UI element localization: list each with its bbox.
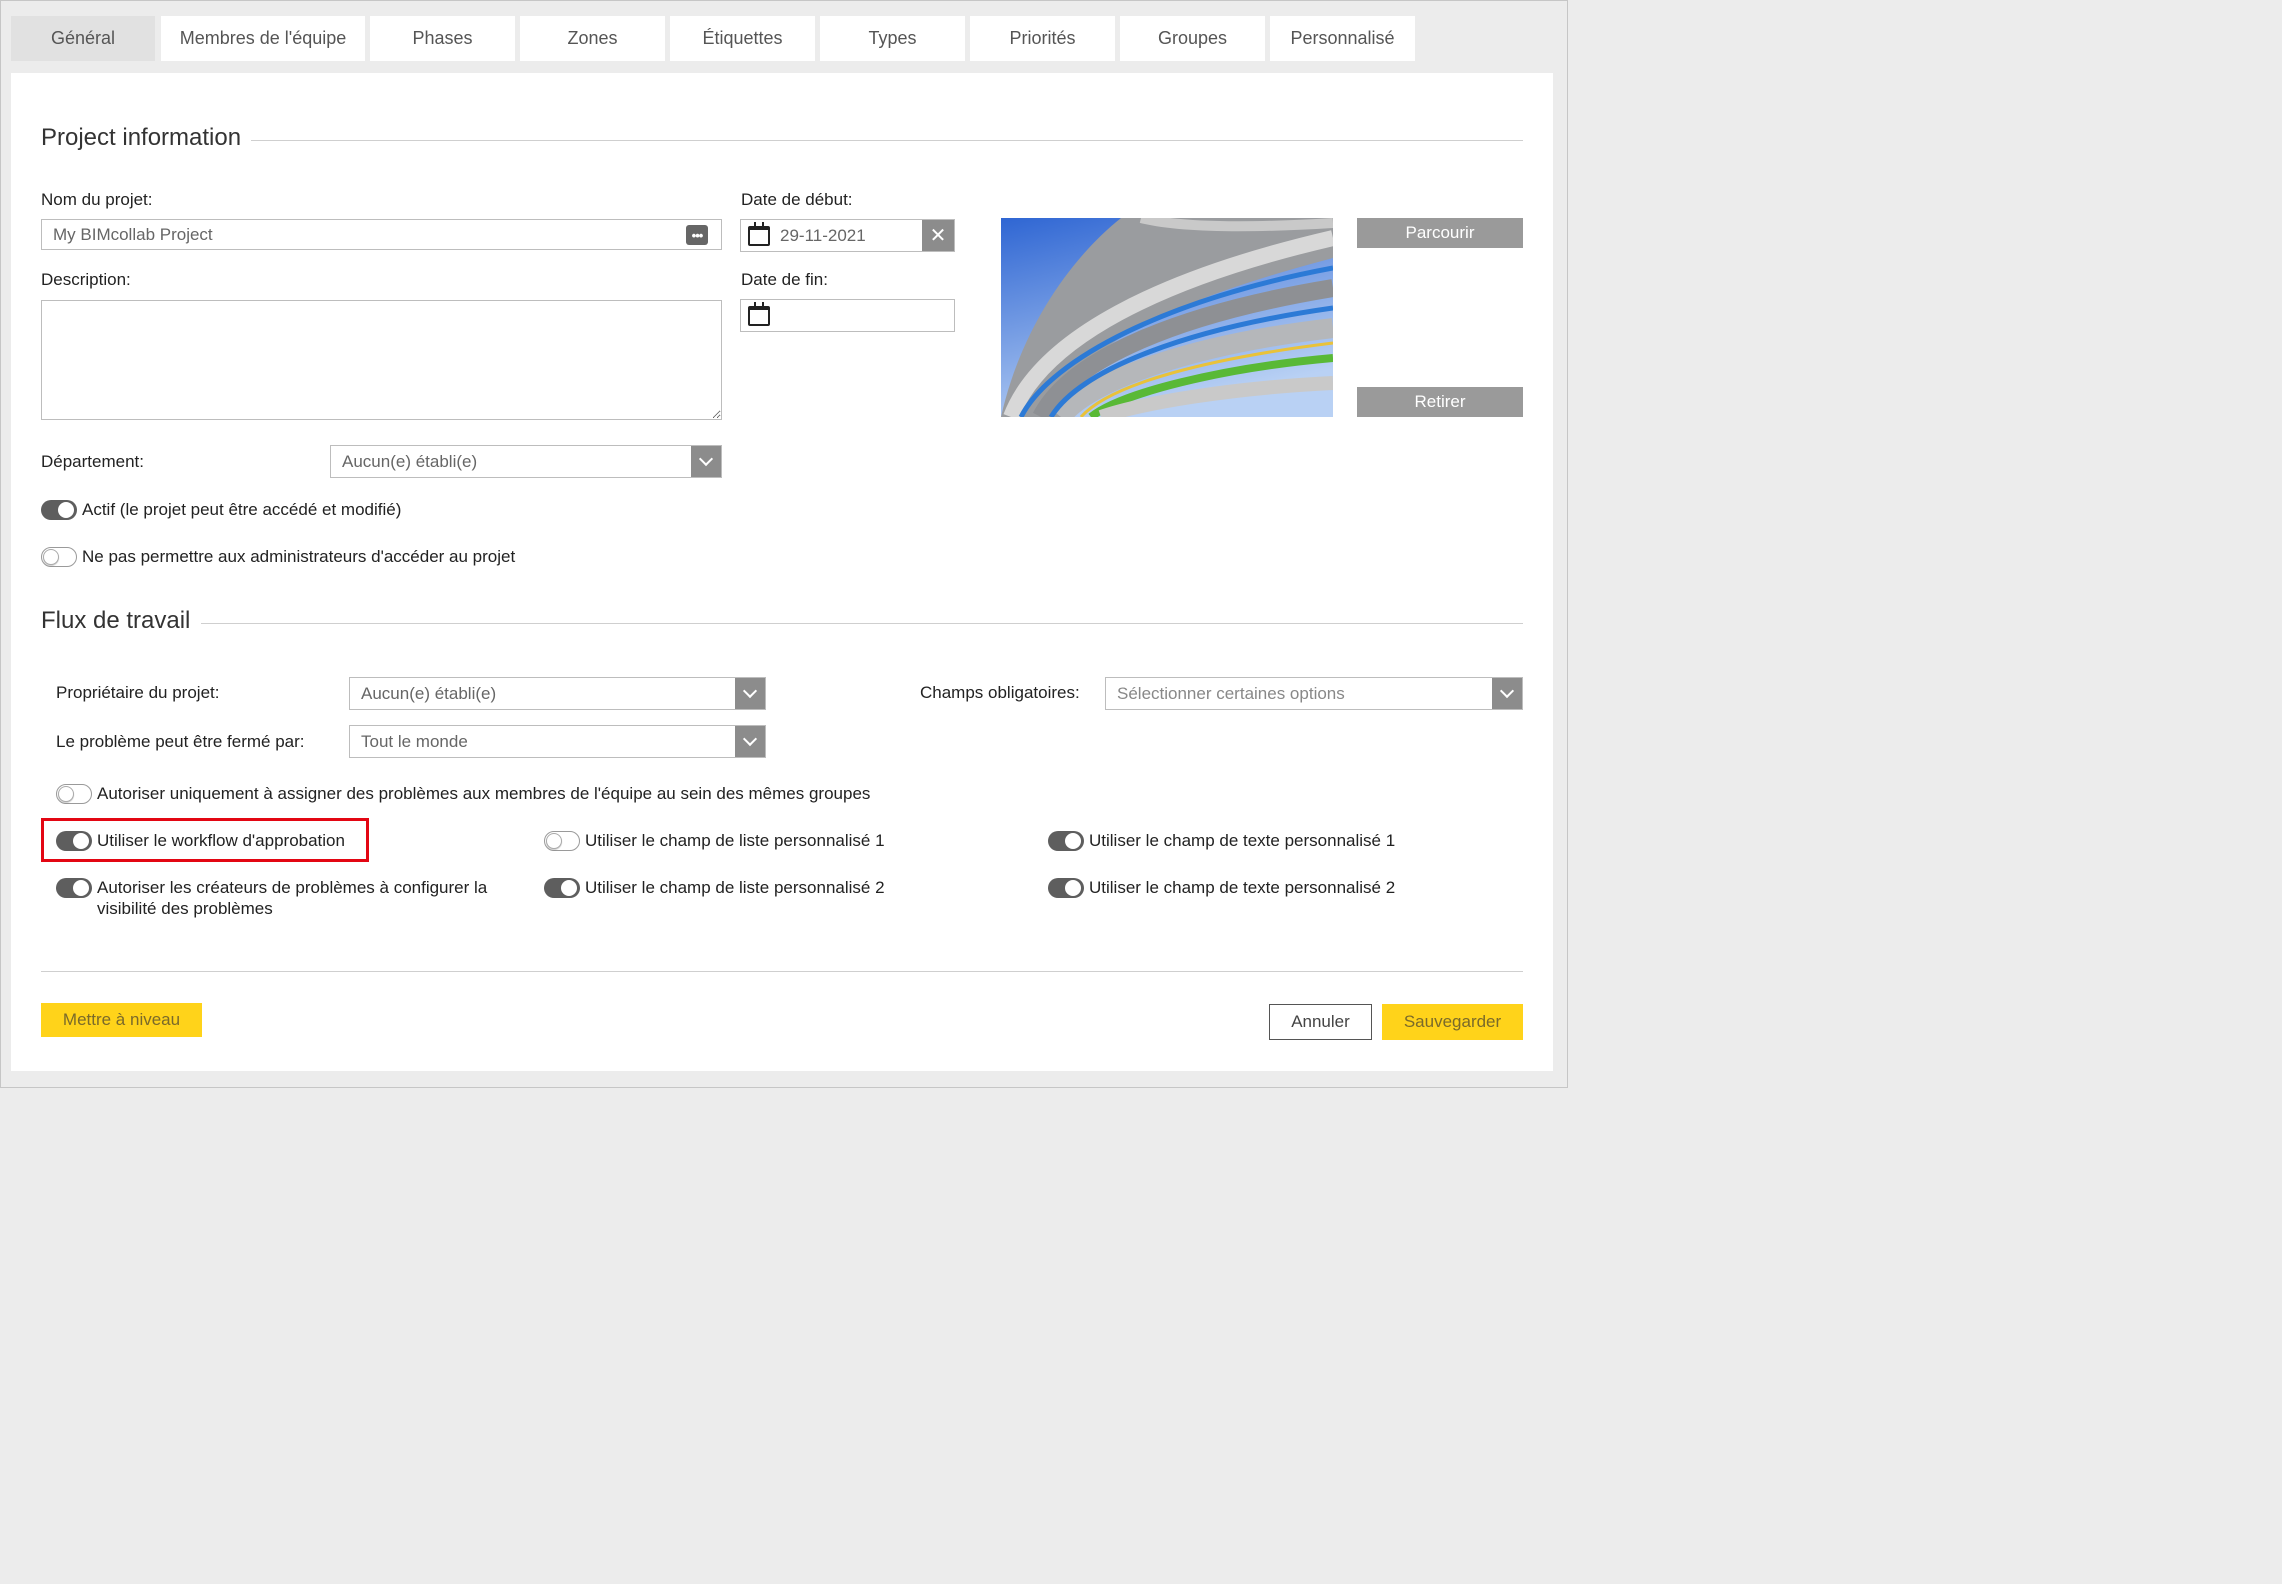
calendar-icon[interactable] (748, 221, 770, 246)
settings-window: Général Membres de l'équipe Phases Zones… (0, 0, 1568, 1088)
visibility-toggle[interactable] (56, 878, 92, 898)
closed-by-value: Tout le monde (361, 731, 468, 751)
building-image (1001, 218, 1333, 417)
clear-date-icon[interactable]: ✕ (922, 220, 954, 251)
assign-groups-toggle-row: Autoriser uniquement à assigner des prob… (56, 783, 870, 804)
calendar-icon[interactable] (748, 301, 770, 326)
remove-button[interactable]: Retirer (1357, 387, 1523, 417)
no-admin-toggle[interactable] (41, 547, 77, 567)
department-value: Aucun(e) établi(e) (342, 451, 478, 471)
tab-phases[interactable]: Phases (370, 16, 515, 61)
general-panel: Project information Nom du projet: My BI… (11, 73, 1553, 1071)
closed-by-label: Le problème peut être fermé par: (56, 732, 305, 751)
project-name-value: My BIMcollab Project (53, 224, 213, 244)
text1-label: Utiliser le champ de texte personnalisé … (1089, 831, 1396, 850)
upgrade-button[interactable]: Mettre à niveau (41, 1003, 202, 1037)
chevron-down-icon (735, 678, 765, 709)
approval-toggle-row: Utiliser le workflow d'approbation (56, 830, 345, 851)
active-toggle-row: Actif (le projet peut être accédé et mod… (41, 499, 401, 520)
tab-types[interactable]: Types (820, 16, 965, 61)
project-image (1001, 218, 1333, 417)
mandatory-fields-placeholder: Sélectionner certaines options (1117, 683, 1345, 703)
cancel-button[interactable]: Annuler (1269, 1004, 1372, 1040)
list2-toggle-row: Utiliser le champ de liste personnalisé … (544, 877, 885, 898)
visibility-label: Autoriser les créateurs de problèmes à c… (97, 878, 488, 918)
workflow-title: Flux de travail (41, 607, 199, 635)
list1-toggle-row: Utiliser le champ de liste personnalisé … (544, 830, 885, 851)
project-name-label: Nom du projet: (41, 190, 153, 209)
no-admin-toggle-row: Ne pas permettre aux administrateurs d'a… (41, 546, 515, 567)
tab-general[interactable]: Général (11, 16, 155, 61)
approval-toggle[interactable] (56, 831, 92, 851)
assign-groups-toggle[interactable] (56, 784, 92, 804)
owner-label: Propriétaire du projet: (56, 683, 220, 702)
text2-toggle[interactable] (1048, 878, 1084, 898)
text2-toggle-row: Utiliser le champ de texte personnalisé … (1048, 877, 1395, 898)
owner-select[interactable]: Aucun(e) établi(e) (349, 677, 766, 710)
list1-label: Utiliser le champ de liste personnalisé … (585, 831, 885, 850)
list1-toggle[interactable] (544, 831, 580, 851)
section-divider (251, 140, 1523, 141)
list2-toggle[interactable] (544, 878, 580, 898)
project-info-title: Project information (41, 124, 250, 152)
department-select[interactable]: Aucun(e) établi(e) (330, 445, 722, 478)
approval-label: Utiliser le workflow d'approbation (97, 831, 345, 850)
description-textarea[interactable] (41, 300, 722, 420)
section-divider (201, 623, 1523, 624)
owner-value: Aucun(e) établi(e) (361, 683, 497, 703)
text1-toggle-row: Utiliser le champ de texte personnalisé … (1048, 830, 1395, 851)
text2-label: Utiliser le champ de texte personnalisé … (1089, 878, 1396, 897)
description-label: Description: (41, 270, 131, 289)
tab-zones[interactable]: Zones (520, 16, 665, 61)
text1-toggle[interactable] (1048, 831, 1084, 851)
end-date-label: Date de fin: (741, 270, 828, 289)
visibility-toggle-row: Autoriser les créateurs de problèmes à c… (56, 877, 526, 919)
list2-label: Utiliser le champ de liste personnalisé … (585, 878, 885, 897)
active-toggle-label: Actif (le projet peut être accédé et mod… (82, 500, 402, 519)
browse-button[interactable]: Parcourir (1357, 218, 1523, 248)
no-admin-toggle-label: Ne pas permettre aux administrateurs d'a… (82, 547, 516, 566)
tab-priorities[interactable]: Priorités (970, 16, 1115, 61)
project-name-field[interactable]: My BIMcollab Project ••• (41, 219, 722, 250)
assign-groups-label: Autoriser uniquement à assigner des prob… (97, 784, 871, 803)
closed-by-select[interactable]: Tout le monde (349, 725, 766, 758)
save-button[interactable]: Sauvegarder (1382, 1004, 1523, 1040)
footer-divider (41, 971, 1523, 972)
more-options-icon[interactable]: ••• (686, 225, 708, 245)
tab-custom[interactable]: Personnalisé (1270, 16, 1415, 61)
tab-team-members[interactable]: Membres de l'équipe (161, 16, 365, 61)
active-toggle[interactable] (41, 500, 77, 520)
chevron-down-icon (691, 446, 721, 477)
tab-groups[interactable]: Groupes (1120, 16, 1265, 61)
start-date-field[interactable]: 29-11-2021 ✕ (740, 219, 955, 252)
start-date-label: Date de début: (741, 190, 853, 209)
chevron-down-icon (1492, 678, 1522, 709)
mandatory-fields-select[interactable]: Sélectionner certaines options (1105, 677, 1523, 710)
department-label: Département: (41, 452, 144, 471)
end-date-field[interactable] (740, 299, 955, 332)
chevron-down-icon (735, 726, 765, 757)
mandatory-fields-label: Champs obligatoires: (920, 683, 1080, 702)
tab-labels[interactable]: Étiquettes (670, 16, 815, 61)
